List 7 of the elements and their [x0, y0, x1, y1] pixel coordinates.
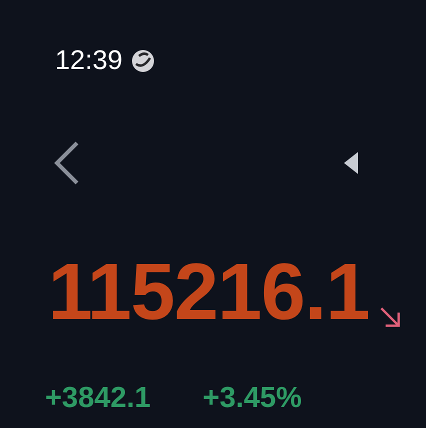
price: 115216.1: [48, 252, 370, 332]
status-time: 12:39: [55, 47, 123, 74]
app-icon: [130, 48, 155, 72]
change-value: +3842.1: [45, 384, 151, 413]
back-icon[interactable]: [53, 141, 81, 185]
change-percent: +3.45%: [202, 384, 302, 413]
triangle-left-icon[interactable]: [344, 152, 358, 174]
